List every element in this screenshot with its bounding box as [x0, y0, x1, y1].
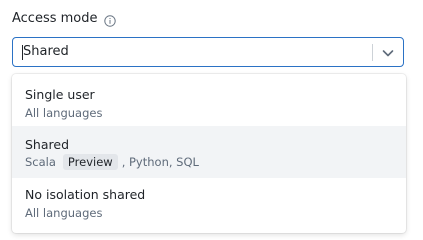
select-value[interactable]: Shared	[23, 38, 69, 66]
option-subtitle: All languages	[25, 106, 103, 120]
info-icon[interactable]	[103, 12, 116, 27]
option-title: No isolation shared	[25, 187, 146, 202]
access-mode-label: Access mode	[12, 10, 98, 26]
option-no-isolation-shared[interactable]: No isolation shared All languages	[12, 178, 406, 230]
select-divider	[372, 44, 373, 61]
option-title: Shared	[25, 137, 70, 152]
access-mode-select[interactable]: Shared	[12, 37, 404, 67]
preview-badge: Preview	[62, 154, 118, 170]
subtitle-prefix: Scala	[25, 155, 56, 169]
chevron-down-icon[interactable]	[381, 45, 395, 59]
option-title: Single user	[25, 87, 95, 102]
option-subtitle: All languages	[25, 206, 103, 220]
option-shared[interactable]: Shared Scala Preview , Python, SQL	[12, 126, 406, 178]
option-single-user[interactable]: Single user All languages	[12, 78, 406, 130]
access-mode-label-row: Access mode	[12, 9, 116, 27]
option-subtitle: Scala Preview , Python, SQL	[25, 154, 199, 170]
access-mode-menu: Single user All languages Shared Scala P…	[12, 74, 406, 233]
subtitle-suffix: , Python, SQL	[121, 155, 199, 169]
